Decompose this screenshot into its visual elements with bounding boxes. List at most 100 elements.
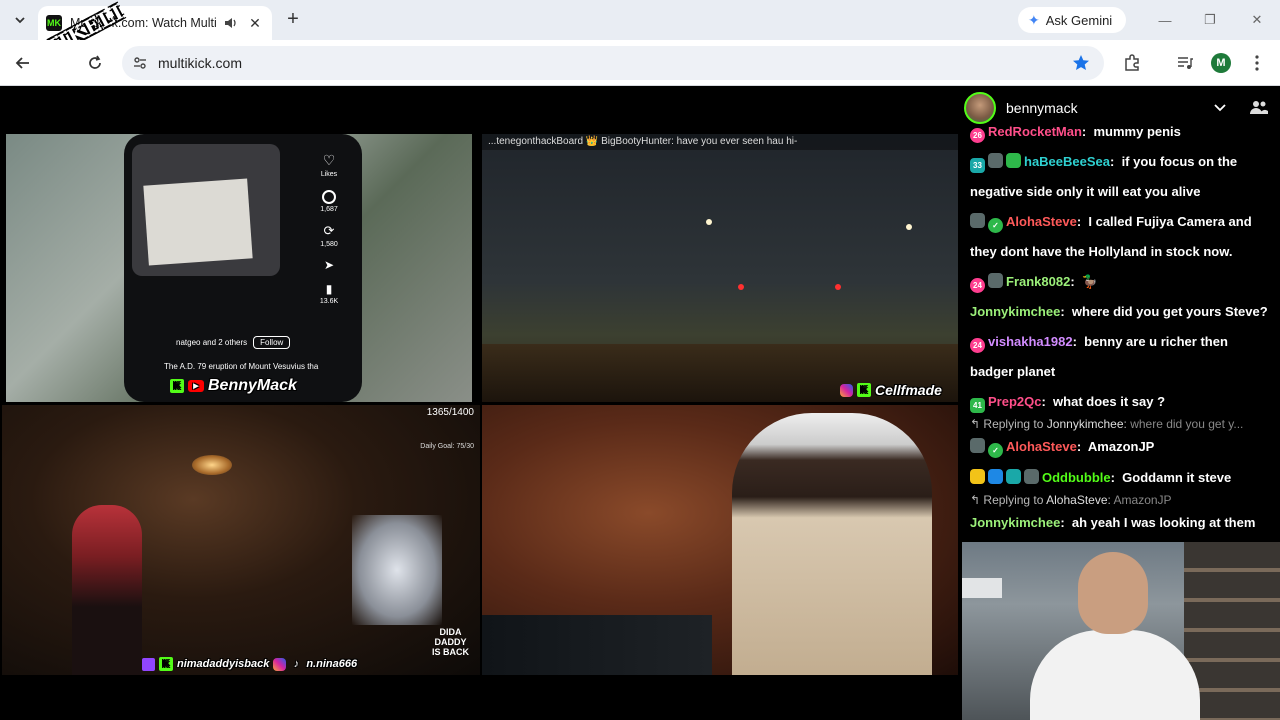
ask-gemini-button[interactable]: ✦ Ask Gemini	[1018, 7, 1126, 33]
address-bar[interactable]: multikick.com	[122, 46, 1104, 80]
vip-badge	[1024, 469, 1039, 484]
chat-text: what does it say ?	[1053, 394, 1166, 409]
youtube-logo-icon: ▶	[188, 380, 204, 392]
chat-ticker: ...tenegonthackBoard 👑 BigBootyHunter: h…	[482, 134, 958, 150]
stream-tile-nimadaddy[interactable]: 1365/1400 Daily Goal: 75/30 DIDA DADDY I…	[2, 405, 480, 675]
chat-text: ah yeah I was looking at them	[1071, 515, 1256, 530]
bookmark-icon: ▮	[325, 282, 333, 296]
browser-toolbar: multikick.com M	[0, 40, 1280, 86]
stream-tile-bennymack[interactable]: ♡ Likes 1,687 ⟳ 1,580 ➤ ▮ 13.6K natgeo a…	[6, 134, 472, 402]
moderator-badge	[970, 438, 985, 453]
streamer-handle-overlay: K Cellfmade	[840, 382, 942, 398]
webcam-person	[1030, 552, 1200, 720]
chat-username[interactable]: haBeeBeeSea	[1024, 154, 1110, 169]
subscriber-badge: 26	[970, 128, 985, 143]
streamer-handle-overlay: K ▶ BennyMack	[170, 377, 297, 395]
sub-gift-badge	[1006, 153, 1021, 168]
person-blurred	[352, 515, 442, 625]
chat-username[interactable]: Jonnykimchee	[970, 304, 1060, 319]
street-light	[706, 219, 712, 225]
follow-button: Follow	[253, 336, 291, 349]
subscriber-badge: 24	[970, 338, 985, 353]
reply-target-user: Jonnykimchee	[1046, 417, 1124, 431]
chat-username[interactable]: vishakha1982	[988, 334, 1073, 349]
chat-text: AmazonJP	[1087, 439, 1155, 454]
verified-badge: ✓	[988, 443, 1003, 458]
verified-badge: ✓	[988, 218, 1003, 233]
handle-text: BennyMack	[208, 377, 297, 394]
streamer-avatar[interactable]	[964, 92, 996, 124]
back-arrow-icon[interactable]	[11, 51, 35, 75]
paper-image	[143, 178, 253, 266]
stream-tile-club-dj[interactable]	[482, 405, 958, 675]
chat-username[interactable]: RedRocketMan	[988, 124, 1082, 139]
chevron-down-icon[interactable]	[1212, 99, 1228, 115]
post-caption: The A.D. 79 eruption of Mount Vesuvius t…	[164, 362, 319, 371]
chat-message: 26 RedRocketMan: mummy penis	[970, 123, 1270, 147]
air-conditioner	[962, 578, 1002, 598]
chat-username[interactable]: AlohaSteve	[1006, 214, 1077, 229]
profile-avatar[interactable]: M	[1211, 53, 1231, 73]
chat-username[interactable]: Jonnykimchee	[970, 515, 1060, 530]
ceiling-lamp	[192, 455, 232, 475]
chat-message: 24 Frank8082: 🦆	[970, 267, 1270, 297]
chat-message: 41 Prep2Qc: what does it say ?	[970, 387, 1270, 417]
comment-icon	[322, 190, 336, 204]
users-icon[interactable]	[1250, 98, 1268, 116]
close-window-icon[interactable]: ✕	[1245, 8, 1269, 32]
founder-badge	[1006, 469, 1021, 484]
stream-tile-night-drive[interactable]: ...tenegonthackBoard 👑 BigBootyHunter: h…	[482, 134, 958, 402]
chat-username[interactable]: Frank8082	[1006, 274, 1070, 289]
tiktok-logo-icon: ♪	[293, 658, 300, 670]
multikick-page: ♡ Likes 1,687 ⟳ 1,580 ➤ ▮ 13.6K natgeo a…	[0, 87, 1280, 720]
traffic-light	[738, 284, 744, 290]
sub-counter: 1365/1400	[426, 407, 474, 418]
chat-username[interactable]: Oddbubble	[1042, 470, 1111, 485]
restore-window-icon[interactable]: ❐	[1198, 8, 1222, 32]
instagram-logo-icon	[840, 383, 853, 397]
chat-username[interactable]: Prep2Qc	[988, 394, 1041, 409]
send-icon: ➤	[323, 258, 335, 272]
ask-gemini-label: Ask Gemini	[1045, 12, 1113, 28]
kick-logo-icon: K	[159, 657, 173, 671]
reply-snippet: AmazonJP	[1113, 493, 1172, 507]
new-tab-button[interactable]: +	[282, 9, 304, 31]
reply-context[interactable]: ↰ Replying to AlohaSteve: AmazonJP	[970, 493, 1270, 507]
tiktok-side-actions: ♡ Likes 1,687 ⟳ 1,580 ➤ ▮ 13.6K	[314, 152, 344, 305]
comments-count: 1,687	[320, 206, 338, 213]
bookmark-star-icon[interactable]	[1072, 54, 1090, 72]
logo-stamp: DIDA DADDY IS BACK	[432, 627, 469, 657]
kick-logo-icon: K	[170, 379, 184, 393]
chat-username[interactable]: AlohaSteve	[1006, 439, 1077, 454]
subscriber-badge: 24	[970, 278, 985, 293]
traffic-light	[835, 284, 841, 290]
webcam-person-head	[1078, 552, 1148, 634]
handle-text-tiktok: n.nina666	[306, 658, 358, 670]
media-controls-icon[interactable]	[1174, 52, 1196, 74]
browser-menu-kebab-icon[interactable]	[1246, 52, 1268, 74]
likes-label: Likes	[320, 171, 338, 178]
speaker-icon[interactable]	[222, 14, 240, 32]
daily-goal: Daily Goal: 75/30	[420, 443, 474, 450]
chat-message: 33 haBeeBeeSea: if you focus on the negat…	[970, 153, 1238, 199]
reload-icon[interactable]	[83, 51, 107, 75]
stamp-line-3: IS BACK	[432, 647, 470, 657]
chat-message: Jonnykimchee: ah yeah I was looking at t…	[970, 515, 1256, 530]
reply-prefix: Replying to	[983, 417, 1044, 431]
street-light	[906, 224, 912, 230]
site-settings-icon[interactable]	[122, 46, 158, 80]
close-tab-icon[interactable]: ✕	[246, 14, 264, 32]
chat-streamer-name[interactable]: bennymack	[1006, 100, 1078, 116]
chat-message: ✓ AlohaSteve: I called Fujiya Camera and …	[970, 213, 1252, 259]
minimize-window-icon[interactable]: —	[1153, 8, 1177, 32]
subscriber-badge: 33	[970, 158, 985, 173]
extensions-puzzle-icon[interactable]	[1121, 52, 1143, 74]
liked-by-text: natgeo and 2 others	[176, 338, 248, 347]
tab-search-button[interactable]	[8, 8, 32, 32]
chat-text: Goddamn it steve	[1122, 470, 1232, 485]
reply-context[interactable]: ↰ Replying to Jonnykimchee: where did yo…	[970, 417, 1270, 431]
chat-text: mummy penis	[1093, 124, 1181, 139]
person-white-cap	[732, 413, 932, 675]
gifter-badge	[988, 153, 1003, 168]
heart-icon: ♡	[322, 152, 336, 168]
